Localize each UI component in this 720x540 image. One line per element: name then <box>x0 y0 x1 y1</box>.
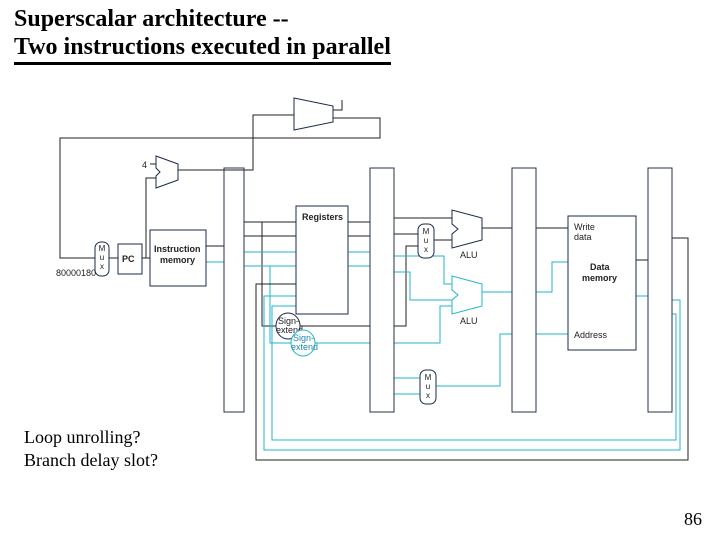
data-memory: Write data Data memory Address <box>568 216 636 350</box>
svg-text:u: u <box>424 236 428 245</box>
svg-text:PC: PC <box>122 254 135 264</box>
svg-text:Data: Data <box>590 262 611 272</box>
svg-text:ALU: ALU <box>460 316 478 326</box>
pipe-reg-exmem <box>512 168 536 412</box>
svg-text:x: x <box>424 245 428 254</box>
branch-target-mux <box>294 98 333 130</box>
alu-2: ALU <box>452 276 482 326</box>
svg-text:Address: Address <box>574 330 608 340</box>
alu-1: ALU <box>452 210 482 260</box>
pc-input-mux: M u x <box>95 242 109 276</box>
svg-text:u: u <box>426 382 430 391</box>
svg-text:x: x <box>100 262 104 271</box>
pipe-reg-ifid <box>224 168 244 412</box>
pc-plus4-adder <box>156 156 178 188</box>
svg-text:ALU: ALU <box>460 250 478 260</box>
svg-text:memory: memory <box>582 273 617 283</box>
svg-text:M: M <box>425 373 432 382</box>
pipe-reg-idex <box>370 168 394 412</box>
pc-register: PC <box>118 244 142 274</box>
alu1-srcb-mux: M u x <box>418 224 434 258</box>
svg-text:Write: Write <box>574 222 595 232</box>
svg-text:M: M <box>423 227 430 236</box>
svg-text:M: M <box>99 244 106 253</box>
svg-text:Registers: Registers <box>302 212 343 222</box>
instruction-memory: Instruction memory <box>150 230 206 286</box>
const-80000180: 80000180 <box>56 268 96 278</box>
svg-text:extend: extend <box>291 342 318 352</box>
datapath-diagram: M u x 80000180 PC 4 Instruction memory R… <box>0 0 720 540</box>
sign-extend-2: Sign- extend <box>291 330 318 356</box>
svg-text:memory: memory <box>160 255 195 265</box>
svg-text:Instruction: Instruction <box>154 244 201 254</box>
const-4: 4 <box>142 160 147 170</box>
svg-text:data: data <box>574 232 592 242</box>
svg-text:u: u <box>100 253 104 262</box>
pipe-reg-memwb <box>648 168 672 412</box>
svg-text:x: x <box>426 391 430 400</box>
register-file: Registers <box>296 206 348 314</box>
addr-mux: M u x <box>420 370 436 404</box>
